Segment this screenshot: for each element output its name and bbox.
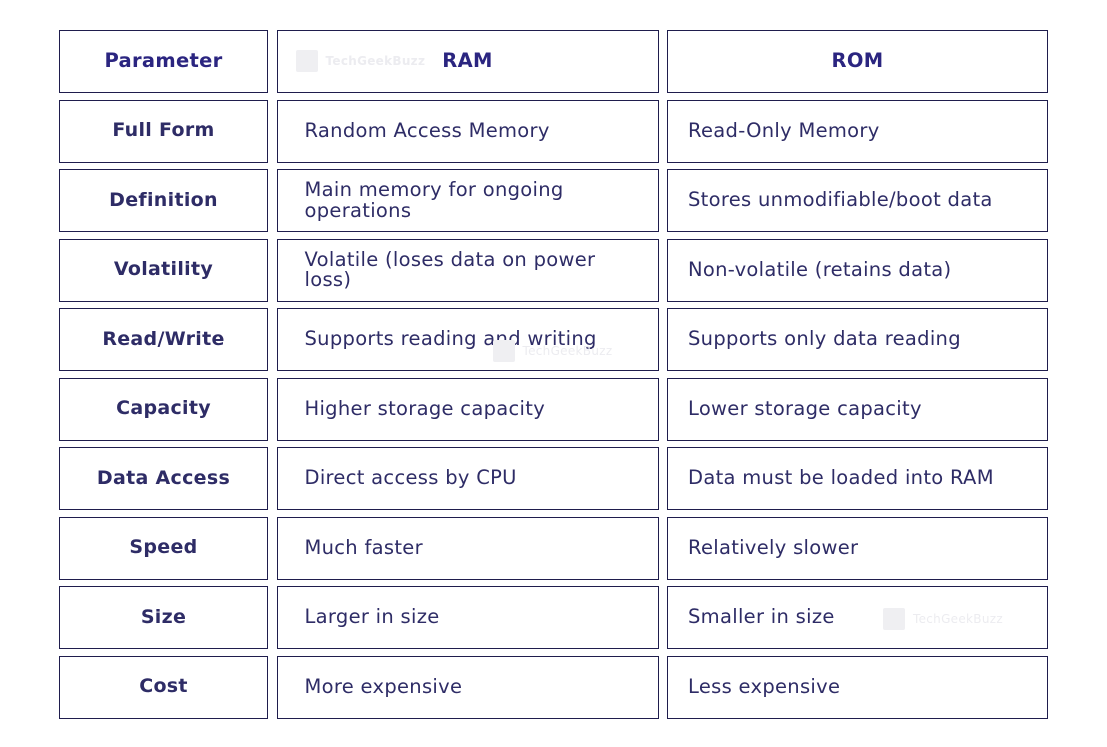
ram-cell: More expensive: [276, 655, 659, 719]
watermark-text: TechGeekBuzz: [913, 611, 1003, 626]
watermark-text: TechGeekBuzz: [325, 53, 426, 68]
table-row: Full Form Random Access Memory Read-Only…: [59, 99, 1048, 163]
rom-cell: Less expensive: [667, 655, 1048, 719]
parameter-cell: Data Access: [59, 447, 268, 510]
watermark: TechGeekBuzz: [295, 50, 426, 72]
header-parameter-label: Parameter: [104, 49, 223, 73]
parameter-cell: Capacity: [59, 377, 268, 441]
ram-cell: Volatile (loses data on power loss): [276, 238, 659, 302]
watermark: TechGeekBuzz: [883, 608, 1003, 630]
table-row: Data Access Direct access by CPU Data mu…: [59, 447, 1048, 510]
ram-cell: Main memory for ongoing operations: [276, 169, 659, 232]
ram-cell: Much faster: [276, 516, 659, 580]
rom-cell-text: Smaller in size: [688, 605, 835, 629]
table-row: Read/Write Supports reading and writing …: [59, 308, 1048, 371]
header-ram-label: RAM: [442, 49, 493, 73]
rom-cell: Read-Only Memory: [667, 99, 1048, 163]
header-parameter: Parameter: [59, 30, 268, 93]
parameter-cell: Speed: [59, 516, 268, 580]
table-row: Speed Much faster Relatively slower: [59, 516, 1048, 580]
rom-cell: Lower storage capacity: [667, 377, 1048, 441]
header-rom-label: ROM: [831, 49, 884, 73]
rom-cell: Data must be loaded into RAM: [667, 447, 1048, 510]
ram-cell: Higher storage capacity: [276, 377, 659, 441]
table-row: Cost More expensive Less expensive: [59, 655, 1048, 719]
header-ram: TechGeekBuzz RAM: [276, 30, 659, 93]
parameter-cell: Size: [59, 586, 268, 649]
rom-cell: Smaller in size TechGeekBuzz: [667, 586, 1048, 649]
rom-cell: Stores unmodifiable/boot data: [667, 169, 1048, 232]
parameter-cell: Full Form: [59, 99, 268, 163]
parameter-cell: Definition: [59, 169, 268, 232]
rom-cell: Relatively slower: [667, 516, 1048, 580]
parameter-cell: Cost: [59, 655, 268, 719]
table-row: Size Larger in size Smaller in size Tech…: [59, 586, 1048, 649]
table-header-row: Parameter TechGeekBuzz RAM ROM: [59, 30, 1048, 93]
parameter-cell: Volatility: [59, 238, 268, 302]
header-rom: ROM: [667, 30, 1048, 93]
ram-cell: Direct access by CPU: [276, 447, 659, 510]
ram-cell: Supports reading and writing TechGeekBuz…: [276, 308, 659, 371]
table-row: Definition Main memory for ongoing opera…: [59, 169, 1048, 232]
rom-cell: Non-volatile (retains data): [667, 238, 1048, 302]
ram-cell: Random Access Memory: [276, 99, 659, 163]
rom-cell: Supports only data reading: [667, 308, 1048, 371]
ram-cell-text: Supports reading and writing: [304, 327, 597, 351]
table-row: Volatility Volatile (loses data on power…: [59, 238, 1048, 302]
parameter-cell: Read/Write: [59, 308, 268, 371]
ram-cell: Larger in size: [276, 586, 659, 649]
building-logo-icon: [883, 608, 905, 630]
table-row: Capacity Higher storage capacity Lower s…: [59, 377, 1048, 441]
comparison-table: Parameter TechGeekBuzz RAM ROM Full Form…: [59, 30, 1048, 725]
building-logo-icon: [295, 50, 318, 72]
